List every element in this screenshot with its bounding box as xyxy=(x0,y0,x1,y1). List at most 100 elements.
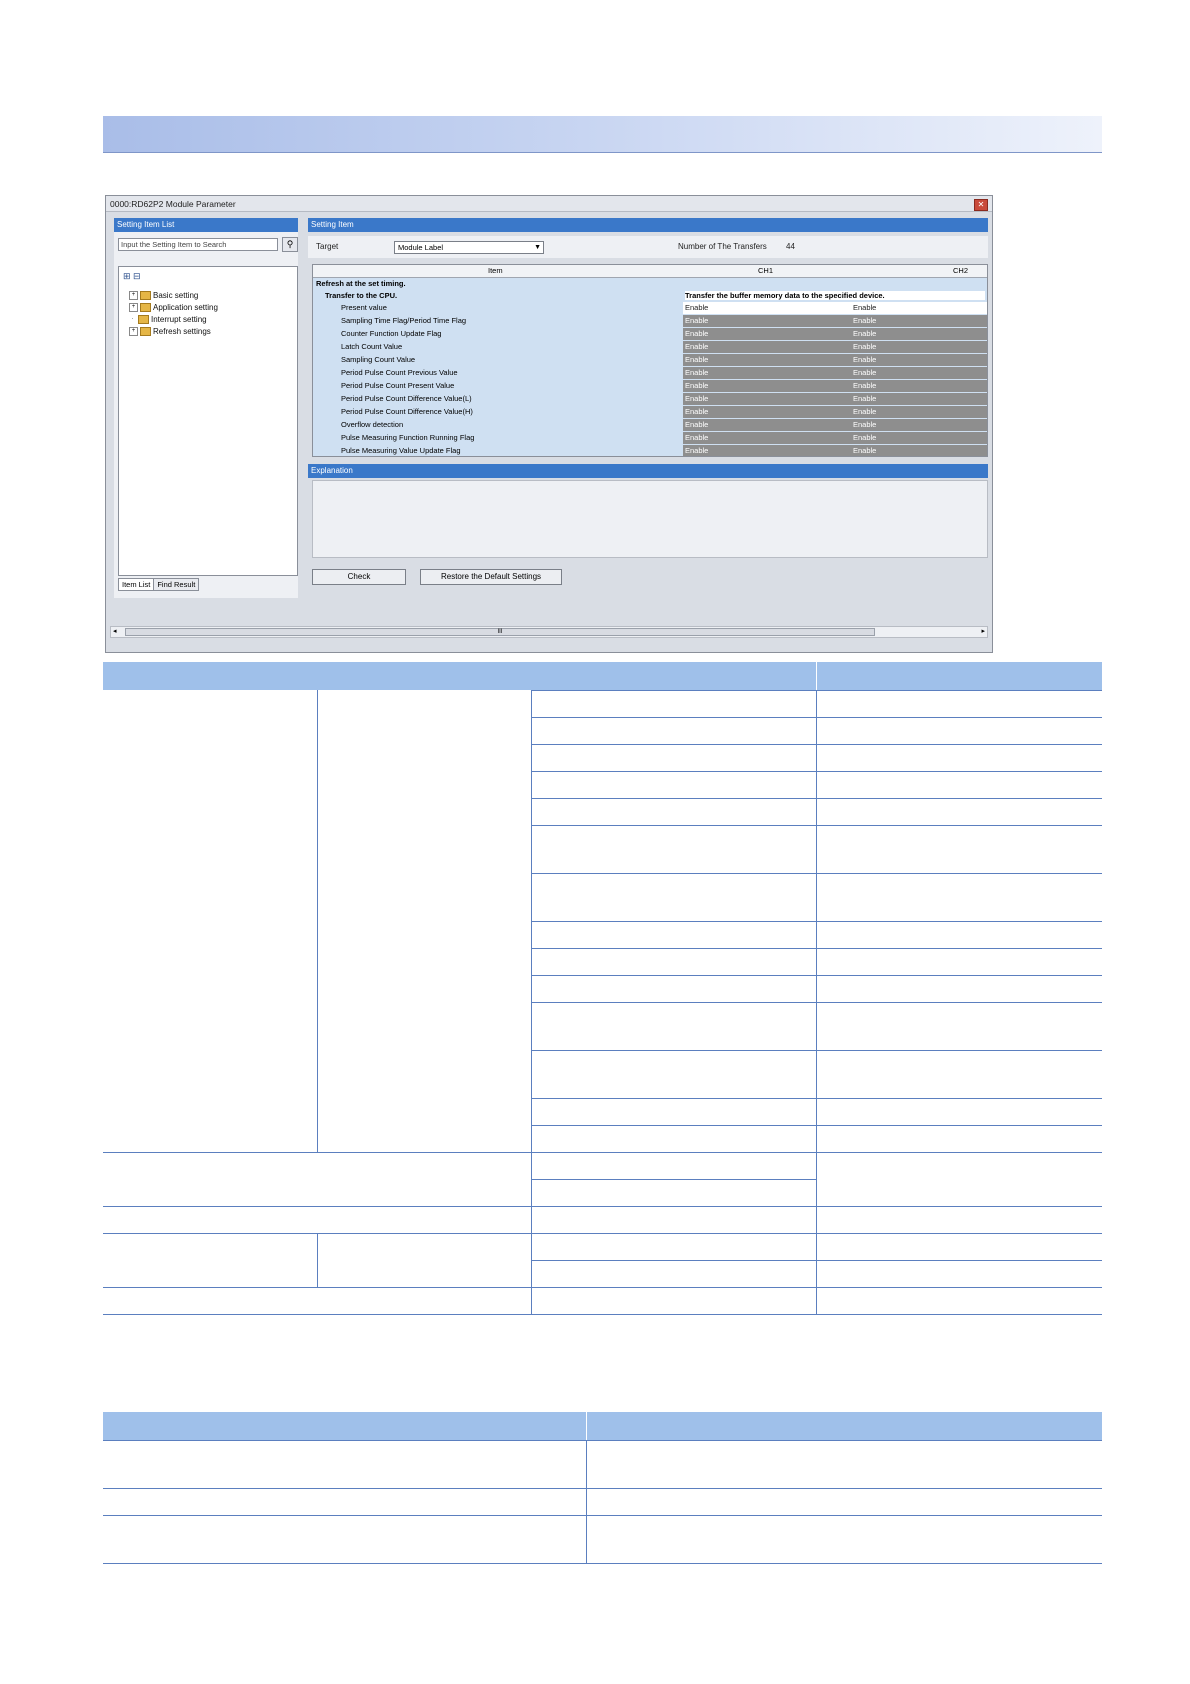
table-rule xyxy=(103,1314,1102,1315)
grid-row[interactable]: Pulse Measuring Value Update Flag Enable E… xyxy=(313,445,987,456)
target-select[interactable]: Module Label ▼ xyxy=(394,241,544,254)
explanation-box xyxy=(312,480,988,558)
table-rule xyxy=(103,1233,1102,1234)
window-title: 0000:RD62P2 Module Parameter xyxy=(110,199,236,209)
grid-cell-ch1[interactable]: Enable xyxy=(683,328,851,340)
transfers-value: 44 xyxy=(786,242,795,251)
grid-row-label: Sampling Count Value xyxy=(341,355,416,364)
grid-cell-ch2[interactable]: Enable xyxy=(851,406,987,418)
grid-row[interactable]: Present value Enable Enable xyxy=(313,302,987,314)
folder-icon xyxy=(138,315,149,325)
grid-cell-ch1[interactable]: Enable xyxy=(683,315,851,327)
scroll-left-icon[interactable]: ◂ xyxy=(113,627,117,635)
grid-cell-ch2[interactable]: Enable xyxy=(851,367,987,379)
grid-row-label: Period Pulse Count Previous Value xyxy=(341,368,458,377)
folder-icon xyxy=(140,327,151,337)
transfers-label: Number of The Transfers xyxy=(678,242,767,251)
grid-cell-ch1[interactable]: Enable xyxy=(683,341,851,353)
tree-item-refresh-settings[interactable]: + Refresh settings xyxy=(129,327,211,337)
table-column-divider xyxy=(317,690,318,1152)
close-icon[interactable]: ✕ xyxy=(974,199,988,211)
check-button[interactable]: Check xyxy=(312,569,406,585)
grid-cell-ch2[interactable]: Enable xyxy=(851,341,987,353)
grid-cell-ch2[interactable]: Enable xyxy=(851,354,987,366)
grid-cell-ch1[interactable]: Enable xyxy=(683,445,851,456)
grid-cell-ch1[interactable]: Enable xyxy=(683,432,851,444)
grid-cell-ch2[interactable]: Enable xyxy=(851,393,987,405)
column-ch2: CH2 xyxy=(953,266,969,275)
grid-cell-ch2[interactable]: Enable xyxy=(851,302,987,314)
expand-collapse-icons[interactable]: ⊞ ⊟ xyxy=(123,271,141,282)
grid-row-label: Counter Function Update Flag xyxy=(341,329,442,338)
tree-item-basic-setting[interactable]: + Basic setting xyxy=(129,291,198,301)
grid-row[interactable]: Period Pulse Count Difference Value(H) En… xyxy=(313,406,987,418)
table-column-divider xyxy=(531,690,532,1314)
table-rule xyxy=(103,1152,1102,1153)
expand-icon[interactable]: + xyxy=(129,303,138,313)
table-rule xyxy=(103,1515,1102,1516)
grid-group-row[interactable]: Refresh at the set timing. xyxy=(313,278,987,290)
grid-row-label: Sampling Time Flag/Period Time Flag xyxy=(341,316,467,325)
grid-row[interactable]: Latch Count Value Enable Enable xyxy=(313,341,987,353)
grid-row[interactable]: Period Pulse Count Present Value Enable En… xyxy=(313,380,987,392)
tree-view: ⊞ ⊟ + Basic setting + Application setting … xyxy=(118,266,298,576)
grid-row[interactable]: Sampling Time Flag/Period Time Flag Enabl… xyxy=(313,315,987,327)
tree-item-interrupt-setting[interactable]: · Interrupt setting xyxy=(129,315,207,325)
left-panel-title: Setting Item List xyxy=(114,218,298,232)
chevron-down-icon: ▼ xyxy=(534,244,541,251)
horizontal-scrollbar[interactable]: ◂ III ▸ xyxy=(110,626,988,638)
tab-find-result[interactable]: Find Result xyxy=(153,578,200,591)
grid-cell-ch1[interactable]: Enable xyxy=(683,406,851,418)
grid-row-label: Pulse Measuring Value Update Flag xyxy=(341,446,461,455)
column-ch1: CH1 xyxy=(758,266,774,275)
column-item: Item xyxy=(488,266,503,275)
grid-cell-ch2[interactable]: Enable xyxy=(851,445,987,456)
grid-cell-ch1[interactable]: Enable xyxy=(683,302,851,314)
expand-icon[interactable]: + xyxy=(129,327,138,337)
grid-row-label: Period Pulse Count Difference Value(L) xyxy=(341,394,472,403)
grid-row[interactable]: Sampling Count Value Enable Enable xyxy=(313,354,987,366)
grid-row[interactable]: Period Pulse Count Difference Value(L) En… xyxy=(313,393,987,405)
setting-item-list-panel: Setting Item List Input the Setting Item… xyxy=(114,218,298,598)
tree-item-application-setting[interactable]: + Application setting xyxy=(129,303,218,313)
grid-row-label: Latch Count Value xyxy=(341,342,403,351)
explanation-title: Explanation xyxy=(308,464,988,478)
table2-header xyxy=(103,1412,1102,1440)
scroll-right-icon[interactable]: ▸ xyxy=(981,627,985,635)
setting-grid: Item CH1 CH2 Refresh at the set timing. … xyxy=(312,264,988,457)
table-column-divider xyxy=(317,1233,318,1287)
grid-cell-ch1[interactable]: Enable xyxy=(683,367,851,379)
grid-row[interactable]: Counter Function Update Flag Enable Enable xyxy=(313,328,987,340)
scroll-thumb[interactable]: III xyxy=(125,628,875,636)
expand-icon[interactable]: + xyxy=(129,291,138,301)
grid-row-label: Present value xyxy=(341,303,387,312)
tab-item-list[interactable]: Item List xyxy=(118,578,155,591)
setting-item-panel: Setting Item Target Module Label ▼ Number… xyxy=(308,218,988,598)
grid-cell-ch2[interactable]: Enable xyxy=(851,419,987,431)
grid-cell-ch1[interactable]: Enable xyxy=(683,419,851,431)
grid-cell-ch1[interactable]: Enable xyxy=(683,393,851,405)
module-parameter-window: 0000:RD62P2 Module Parameter ✕ Setting I… xyxy=(105,195,993,653)
search-input[interactable]: Input the Setting Item to Search xyxy=(118,238,278,251)
grid-row-label: Period Pulse Count Present Value xyxy=(341,381,455,390)
table-rule xyxy=(103,1440,1102,1441)
target-row: Target Module Label ▼ Number of The Trans… xyxy=(308,236,988,258)
restore-default-button[interactable]: Restore the Default Settings xyxy=(420,569,562,585)
grid-cell-ch1[interactable]: Enable xyxy=(683,380,851,392)
window-titlebar: 0000:RD62P2 Module Parameter ✕ xyxy=(106,196,992,212)
table-column-divider xyxy=(816,690,817,1314)
grid-row[interactable]: Overflow detection Enable Enable xyxy=(313,419,987,431)
grid-group-row[interactable]: Transfer to the CPU. Transfer the buffer… xyxy=(313,290,987,302)
binoculars-search-icon[interactable]: ⚲ xyxy=(282,237,298,252)
grid-cell-ch2[interactable]: Enable xyxy=(851,328,987,340)
grid-cell-ch2[interactable]: Enable xyxy=(851,432,987,444)
table-rule xyxy=(531,1179,816,1180)
grid-cell-ch2[interactable]: Enable xyxy=(851,315,987,327)
target-label: Target xyxy=(316,242,339,251)
table2-header-divider xyxy=(586,1412,587,1440)
table-rule xyxy=(103,1287,1102,1288)
grid-row[interactable]: Pulse Measuring Function Running Flag Ena… xyxy=(313,432,987,444)
grid-cell-ch2[interactable]: Enable xyxy=(851,380,987,392)
grid-row[interactable]: Period Pulse Count Previous Value Enable E… xyxy=(313,367,987,379)
grid-cell-ch1[interactable]: Enable xyxy=(683,354,851,366)
